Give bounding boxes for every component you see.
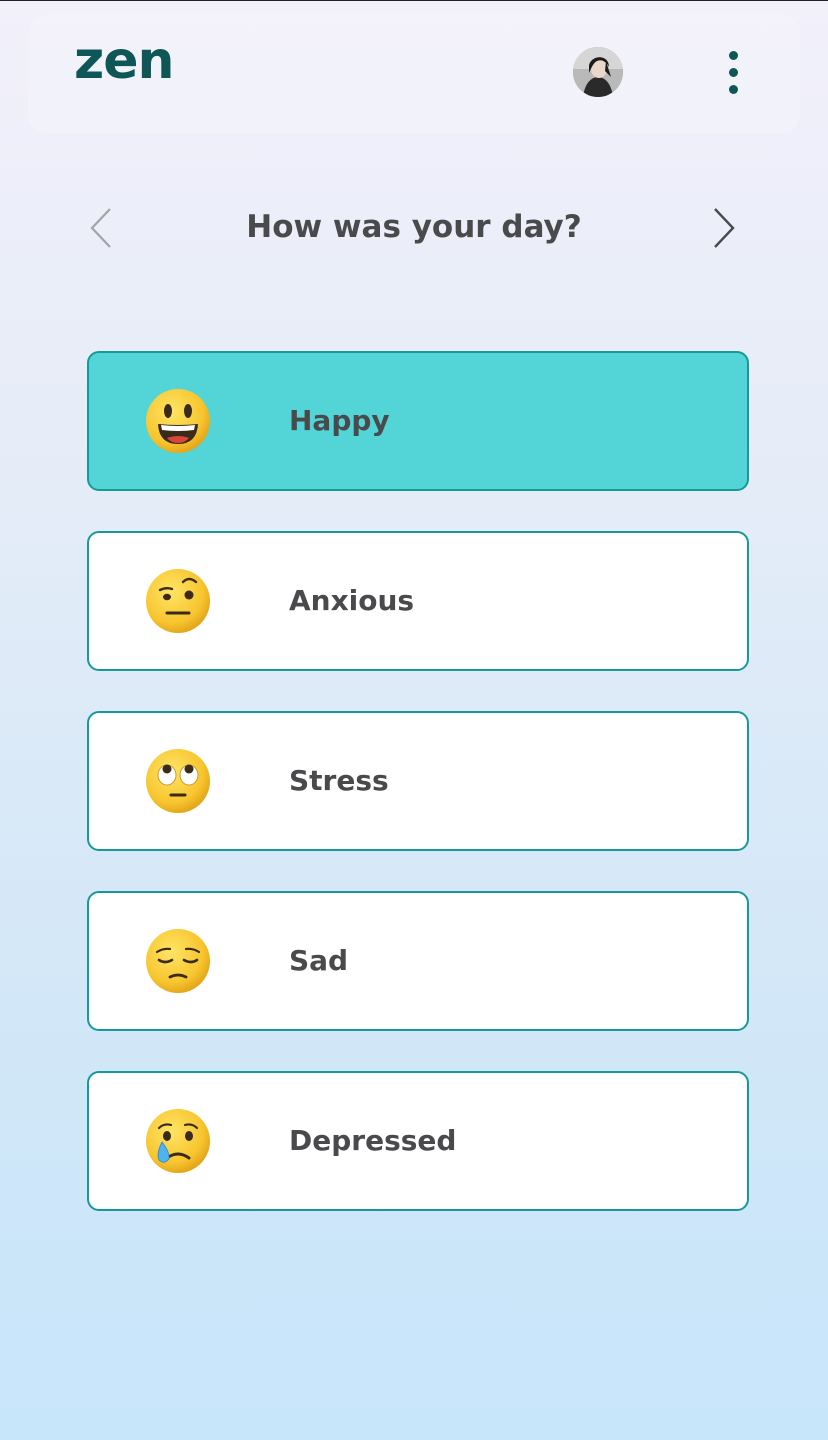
mood-label: Stress bbox=[289, 764, 389, 797]
mood-option-anxious[interactable]: Anxious bbox=[87, 531, 749, 671]
mood-option-stress[interactable]: Stress bbox=[87, 711, 749, 851]
rolling-eyes-face-icon bbox=[146, 749, 210, 813]
chevron-right-icon bbox=[714, 208, 735, 248]
menu-dot bbox=[729, 68, 738, 77]
crying-face-icon bbox=[146, 1109, 210, 1173]
mood-label: Sad bbox=[289, 944, 349, 977]
mood-label: Depressed bbox=[289, 1124, 457, 1157]
menu-dot bbox=[729, 85, 738, 94]
previous-day-button[interactable] bbox=[86, 205, 116, 251]
more-options-button[interactable] bbox=[722, 51, 746, 95]
grinning-face-icon bbox=[146, 389, 210, 453]
app-logo[interactable]: zen bbox=[74, 35, 175, 87]
avatar[interactable] bbox=[573, 47, 623, 97]
menu-dot bbox=[729, 51, 738, 60]
mood-label: Anxious bbox=[289, 584, 415, 617]
mood-option-depressed[interactable]: Depressed bbox=[87, 1071, 749, 1211]
mood-option-sad[interactable]: Sad bbox=[87, 891, 749, 1031]
user-avatar-image bbox=[573, 47, 623, 97]
mood-list: Happy Anxious Stress Sad Depressed bbox=[87, 351, 749, 1251]
mood-label: Happy bbox=[289, 404, 390, 437]
page-title: How was your day? bbox=[246, 209, 582, 245]
next-day-button[interactable] bbox=[709, 205, 739, 251]
raised-eyebrow-face-icon bbox=[146, 569, 210, 633]
chevron-left-icon bbox=[90, 208, 111, 248]
pensive-face-icon bbox=[146, 929, 210, 993]
mood-option-happy[interactable]: Happy bbox=[87, 351, 749, 491]
